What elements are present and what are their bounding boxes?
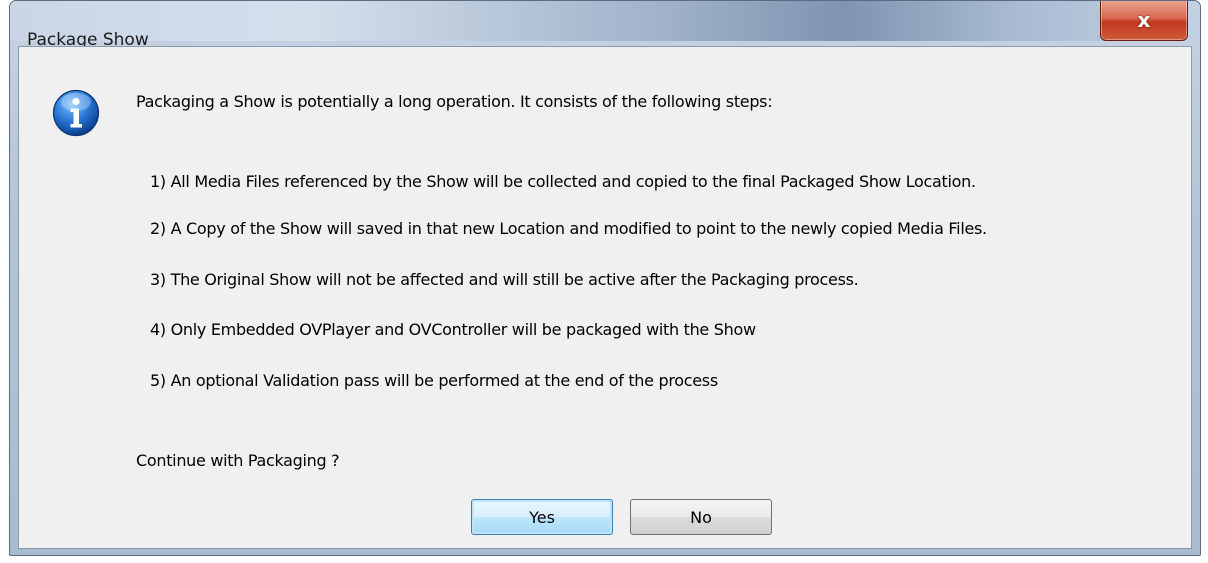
dialog-body: Packaging a Show is potentially a long o… (18, 46, 1192, 549)
close-icon: x (1137, 8, 1151, 32)
step-item: 1) All Media Files referenced by the Sho… (150, 172, 976, 191)
step-item: 5) An optional Validation pass will be p… (150, 371, 718, 390)
question-text: Continue with Packaging ? (136, 451, 340, 470)
info-icon (52, 89, 100, 137)
step-item: 3) The Original Show will not be affecte… (150, 270, 859, 289)
title-bar[interactable]: Package Show x (10, 1, 1200, 50)
step-item: 2) A Copy of the Show will saved in that… (150, 219, 987, 238)
step-item: 4) Only Embedded OVPlayer and OVControll… (150, 320, 756, 339)
intro-text: Packaging a Show is potentially a long o… (136, 92, 773, 111)
dialog-window: Package Show x Packaging a Show is poten… (9, 0, 1201, 556)
yes-button[interactable]: Yes (471, 499, 613, 535)
close-button[interactable]: x (1100, 1, 1188, 41)
no-button[interactable]: No (630, 499, 772, 535)
